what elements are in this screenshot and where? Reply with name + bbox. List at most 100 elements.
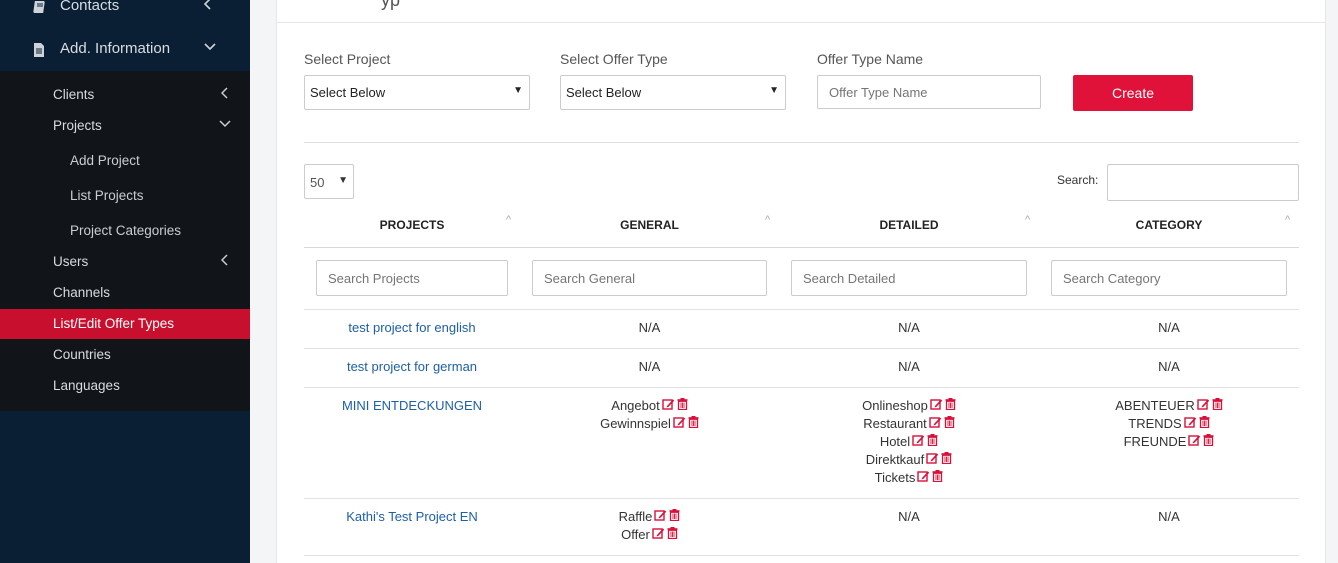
offer-type-label: N/A	[1158, 509, 1180, 524]
offer-type-label: Raffle	[618, 509, 653, 524]
form-divider	[304, 142, 1299, 143]
edit-icon[interactable]	[652, 526, 665, 544]
offer-types-panel: yp Select Project Select Below ▼ Select …	[276, 0, 1326, 563]
project-link[interactable]: test project for german	[347, 359, 477, 374]
edit-icon[interactable]	[673, 415, 686, 433]
column-header-general[interactable]: GENERAL	[532, 218, 767, 232]
offer-type-label: FREUNDE	[1123, 434, 1187, 449]
panel-title: yp	[381, 0, 401, 10]
offer-type-entry: Gewinnspiel	[532, 415, 767, 433]
edit-icon[interactable]	[1197, 397, 1210, 415]
page-length-select[interactable]: 50 ▼	[304, 164, 354, 199]
offer-type-entry: Hotel	[791, 433, 1027, 451]
select-offer-type-dropdown[interactable]: Select Below ▼	[560, 75, 786, 110]
sidebar-item-projects[interactable]: Projects	[0, 111, 250, 141]
offer-type-entry: N/A	[791, 508, 1027, 526]
sidebar-item-list-projects[interactable]: List Projects	[0, 181, 250, 211]
offer-type-label: N/A	[638, 359, 661, 374]
sort-icon[interactable]: ^	[1285, 214, 1290, 226]
create-button[interactable]: Create	[1073, 75, 1193, 111]
trash-icon[interactable]	[945, 397, 956, 415]
general-cell: N/A	[532, 358, 767, 376]
project-link[interactable]: MINI ENTDECKUNGEN	[342, 398, 482, 413]
general-cell: Raffle Offer	[532, 508, 767, 544]
trash-icon[interactable]	[1199, 415, 1210, 433]
trash-icon[interactable]	[941, 451, 952, 469]
sidebar-item-channels[interactable]: Channels	[0, 278, 250, 308]
category-cell: N/A	[1051, 319, 1287, 337]
category-cell: ABENTEUER TRENDS FREUNDE	[1051, 397, 1287, 451]
row-divider	[304, 387, 1299, 388]
offer-type-entry: Angebot	[532, 397, 767, 415]
edit-icon[interactable]	[929, 415, 942, 433]
project-link[interactable]: Kathi's Test Project EN	[346, 509, 478, 524]
project-cell[interactable]: Kathi's Test Project EN	[304, 508, 520, 526]
offer-type-label: Angebot	[611, 398, 660, 413]
edit-icon[interactable]	[930, 397, 943, 415]
table-search-input[interactable]	[1107, 164, 1299, 201]
offer-type-entry: N/A	[1051, 508, 1287, 526]
row-divider	[304, 555, 1299, 556]
offer-type-entry: Onlineshop	[791, 397, 1027, 415]
offer-type-label: Offer	[621, 527, 650, 542]
detailed-cell: N/A	[791, 358, 1027, 376]
edit-icon[interactable]	[1184, 415, 1197, 433]
trash-icon[interactable]	[1203, 433, 1214, 451]
sidebar-item-users[interactable]: Users	[0, 247, 250, 277]
edit-icon[interactable]	[662, 397, 675, 415]
column-header-detailed[interactable]: DETAILED	[791, 218, 1027, 232]
project-cell[interactable]: test project for english	[304, 319, 520, 337]
chevron-left-icon	[220, 254, 229, 269]
category-cell: N/A	[1051, 358, 1287, 376]
project-link[interactable]: test project for english	[348, 320, 475, 335]
chevron-down-icon	[204, 41, 216, 56]
trash-icon[interactable]	[669, 508, 680, 526]
offer-type-name-input[interactable]	[817, 75, 1041, 109]
trash-icon[interactable]	[1212, 397, 1223, 415]
filter-projects-input[interactable]	[316, 260, 508, 296]
offer-type-label: N/A	[898, 320, 920, 335]
sidebar-item-add-information[interactable]: Add. Information	[0, 33, 250, 69]
filter-category-input[interactable]	[1051, 260, 1287, 296]
project-cell[interactable]: test project for german	[304, 358, 520, 376]
offer-type-label: TRENDS	[1128, 416, 1182, 431]
filter-detailed-input[interactable]	[791, 260, 1027, 296]
project-cell[interactable]: MINI ENTDECKUNGEN	[304, 397, 520, 415]
sort-icon[interactable]: ^	[765, 214, 770, 226]
column-header-category[interactable]: CATEGORY	[1051, 218, 1287, 232]
offer-type-entry: Restaurant	[791, 415, 1027, 433]
trash-icon[interactable]	[932, 469, 943, 487]
edit-icon[interactable]	[1188, 433, 1201, 451]
edit-icon[interactable]	[926, 451, 939, 469]
chevron-down-icon	[219, 118, 231, 133]
sidebar-item-clients[interactable]: Clients	[0, 80, 250, 110]
sidebar-item-add-project[interactable]: Add Project	[0, 146, 250, 176]
offer-type-label: Tickets	[874, 470, 916, 485]
edit-icon[interactable]	[912, 433, 925, 451]
sidebar-item-project-categories[interactable]: Project Categories	[0, 216, 250, 246]
offer-type-entry: N/A	[532, 358, 767, 376]
sidebar-item-languages[interactable]: Languages	[0, 371, 250, 401]
row-divider	[304, 348, 1299, 349]
sort-icon[interactable]: ^	[506, 214, 511, 226]
trash-icon[interactable]	[688, 415, 699, 433]
trash-icon[interactable]	[677, 397, 688, 415]
sidebar-item-contacts[interactable]: Contacts	[0, 0, 250, 26]
trash-icon[interactable]	[944, 415, 955, 433]
trash-icon[interactable]	[667, 526, 678, 544]
filter-general-input[interactable]	[532, 260, 767, 296]
select-project-dropdown[interactable]: Select Below ▼	[304, 75, 530, 110]
offer-type-label: Gewinnspiel	[600, 416, 671, 431]
offer-type-entry: N/A	[1051, 319, 1287, 337]
table-search-label: Search:	[1057, 173, 1099, 187]
edit-icon[interactable]	[917, 469, 930, 487]
sort-icon[interactable]: ^	[1025, 214, 1030, 226]
sidebar-item-countries[interactable]: Countries	[0, 340, 250, 370]
trash-icon[interactable]	[927, 433, 938, 451]
edit-icon[interactable]	[654, 508, 667, 526]
sidebar-item-offer-types[interactable]: List/Edit Offer Types	[0, 309, 250, 339]
caret-down-icon: ▼	[513, 85, 523, 96]
offer-type-entry: TRENDS	[1051, 415, 1287, 433]
column-header-projects[interactable]: PROJECTS	[304, 218, 520, 232]
offer-type-entry: ABENTEUER	[1051, 397, 1287, 415]
